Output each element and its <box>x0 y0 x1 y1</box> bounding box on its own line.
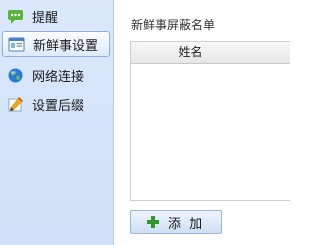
sidebar: 提醒 新鲜事设置 网络连接 设置后缀 <box>0 0 114 245</box>
plus-icon <box>147 216 159 228</box>
column-header-name[interactable]: 姓名 <box>131 42 290 64</box>
sidebar-item-label: 网络连接 <box>32 69 85 85</box>
add-button[interactable]: 添 加 <box>130 210 222 234</box>
sidebar-item-news-settings[interactable]: 新鲜事设置 <box>2 31 110 57</box>
sidebar-item-reminder[interactable]: 提醒 <box>2 3 110 29</box>
globe-icon <box>7 67 24 84</box>
sidebar-item-network[interactable]: 网络连接 <box>2 62 110 88</box>
card-icon <box>8 36 25 53</box>
block-list[interactable]: 姓名 <box>130 41 290 201</box>
sidebar-item-label: 设置后缀 <box>32 98 85 114</box>
sidebar-item-suffix[interactable]: 设置后缀 <box>2 91 110 117</box>
add-button-label: 添 加 <box>168 216 205 232</box>
section-title: 新鲜事屏蔽名单 <box>131 18 216 32</box>
sidebar-item-label: 新鲜事设置 <box>33 38 99 54</box>
sidebar-item-label: 提醒 <box>32 10 59 26</box>
main-panel: 新鲜事屏蔽名单 姓名 添 加 <box>115 0 290 245</box>
column-header-label: 姓名 <box>178 45 203 59</box>
speech-bubble-icon <box>7 8 24 25</box>
pencil-icon <box>7 96 24 113</box>
